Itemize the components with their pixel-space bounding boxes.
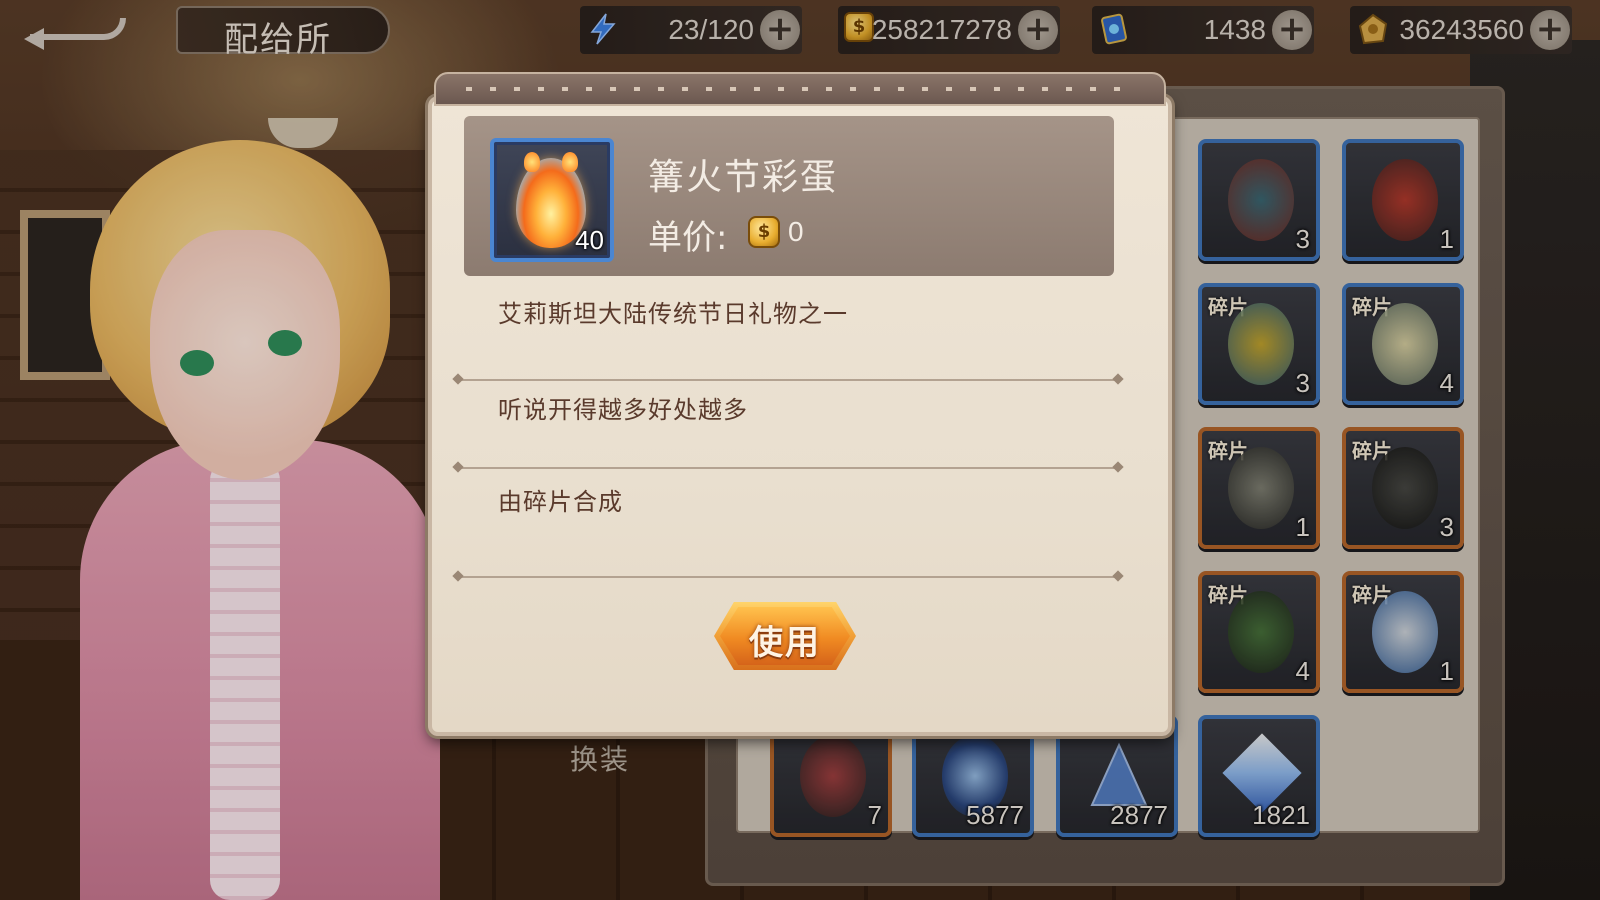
item-icon-slot: 40 — [490, 138, 614, 262]
item-name: 篝火节彩蛋 — [648, 157, 839, 198]
price-value: 0 — [788, 216, 804, 247]
gold-coin-icon: $ — [748, 216, 780, 248]
use-button-face: 使用 — [720, 607, 850, 665]
decorative-dots — [466, 87, 1134, 91]
use-button[interactable]: 使用 — [714, 602, 856, 670]
use-button-label: 使用 — [749, 623, 821, 663]
price-label: 单价: — [648, 218, 728, 258]
modal-header-bar — [434, 72, 1166, 106]
flame-icon — [562, 152, 578, 172]
divider — [458, 379, 1118, 381]
item-detail-modal: 40 篝火节彩蛋 单价: $ 0 艾莉斯坦大陆传统节日礼物之一 听说开得越多好处… — [428, 72, 1172, 736]
description-line: 由碎片合成 — [498, 488, 623, 516]
divider — [458, 467, 1118, 469]
flame-icon — [524, 152, 540, 172]
divider — [458, 576, 1118, 578]
description-line: 艾莉斯坦大陆传统节日礼物之一 — [498, 300, 848, 328]
item-header: 40 篝火节彩蛋 单价: $ 0 — [464, 116, 1114, 276]
description-line: 听说开得越多好处越多 — [498, 396, 748, 424]
item-quantity: 40 — [575, 225, 604, 255]
